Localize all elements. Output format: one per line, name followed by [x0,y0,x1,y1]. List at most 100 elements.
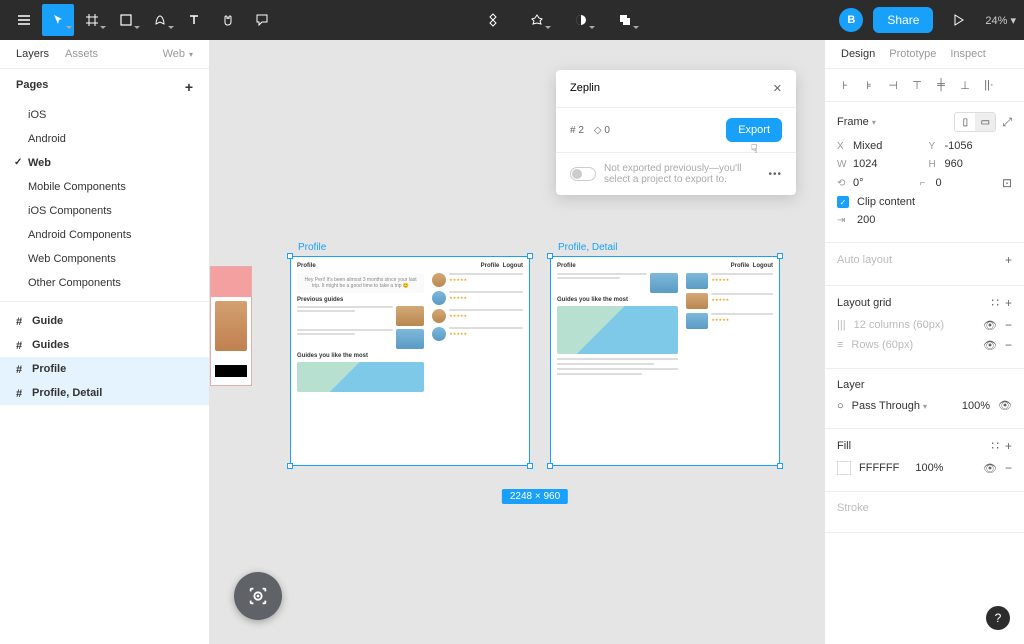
radius-value[interactable]: 0 [935,177,941,189]
layer-item[interactable]: Profile [0,357,209,381]
clip-checkbox[interactable]: ✓ [837,196,849,208]
add-fill-icon[interactable]: + [1005,439,1012,453]
pen-tool[interactable] [144,4,176,36]
help-button[interactable]: ? [986,606,1010,630]
component-tool[interactable] [477,4,509,36]
layers-tab[interactable]: Layers [16,48,49,60]
menu-button[interactable] [8,4,40,36]
canvas[interactable]: Profile Profile, Detail ProfileProfile L… [210,40,824,644]
add-auto-layout-icon[interactable]: + [1005,253,1012,267]
page-item[interactable]: Web [0,151,209,175]
add-page-button[interactable]: + [185,79,193,95]
grid-style-icon[interactable]: ∷ [991,296,999,310]
columns-icon: ||| [837,319,846,331]
constraint-value[interactable]: 200 [857,214,875,226]
page-item[interactable]: iOS [0,103,209,127]
frame-tool[interactable] [76,4,108,36]
blend-mode[interactable]: Pass Through ▾ [852,400,927,412]
fill-opacity[interactable]: 100% [915,462,943,474]
independent-corners-icon[interactable]: ⊡ [1002,176,1012,190]
remove-fill-icon[interactable]: − [1005,461,1012,475]
height-value[interactable]: 960 [945,158,963,170]
page-item[interactable]: Mobile Components [0,175,209,199]
more-icon[interactable]: ••• [768,169,782,180]
boolean-tool[interactable] [565,4,597,36]
align-center-v-icon[interactable]: ╪ [933,77,949,93]
union-tool[interactable] [609,4,641,36]
width-value[interactable]: 1024 [853,158,877,170]
close-icon[interactable]: ✕ [773,82,782,95]
mockup-content: ProfileProfile Logout Guides you like th… [551,257,779,465]
align-tools: ⊦ ⊧ ⊣ ⊤ ╪ ⊥ ||· [825,69,1024,102]
landscape-button[interactable]: ▭ [975,113,995,131]
visibility-icon[interactable]: 👁 [983,319,997,332]
clip-label: Clip content [857,196,915,208]
grid-rows[interactable]: Rows (60px) [851,339,975,351]
align-right-icon[interactable]: ⊣ [885,77,901,93]
pages-header-label: Pages [16,79,48,95]
layer-opacity[interactable]: 100% [962,400,990,412]
remove-grid-icon[interactable]: − [1005,338,1012,352]
align-left-icon[interactable]: ⊦ [837,77,853,93]
visibility-icon[interactable]: 👁 [983,339,997,352]
layer-item[interactable]: Guides [0,333,209,357]
frame-icon [16,340,26,350]
remove-grid-icon[interactable]: − [1005,318,1012,332]
share-button[interactable]: Share [873,7,933,33]
hand-tool[interactable] [212,4,244,36]
align-top-icon[interactable]: ⊤ [909,77,925,93]
present-button[interactable] [943,4,975,36]
move-tool[interactable] [42,4,74,36]
fill-swatch[interactable] [837,461,851,475]
shape-tool[interactable] [110,4,142,36]
distribute-icon[interactable]: ||· [981,77,997,93]
layer-item[interactable]: Profile, Detail [0,381,209,405]
zoom-level[interactable]: 24% ▾ [985,14,1016,27]
align-bottom-icon[interactable]: ⊥ [957,77,973,93]
selection-group: Profile Profile, Detail ProfileProfile L… [290,256,780,482]
page-selector[interactable]: Web ▾ [163,48,193,60]
layer-item[interactable]: Guide [0,309,209,333]
blend-mode-icon: ○ [837,400,844,412]
add-grid-icon[interactable]: + [1005,296,1012,310]
inspect-tab[interactable]: Inspect [950,48,985,60]
page-item[interactable]: Android [0,127,209,151]
comment-tool[interactable] [246,4,278,36]
frame-profile-detail[interactable]: ProfileProfile Logout Guides you like th… [550,256,780,466]
frame-profile[interactable]: ProfileProfile Logout Hey Peri! It's bee… [290,256,530,466]
resize-fit-icon[interactable]: ⤢ [1002,115,1012,130]
text-tool[interactable] [178,4,210,36]
y-value[interactable]: -1056 [945,140,973,152]
page-item[interactable]: iOS Components [0,199,209,223]
page-item[interactable]: Other Components [0,271,209,295]
right-panel: Design Prototype Inspect ⊦ ⊧ ⊣ ⊤ ╪ ⊥ ||·… [824,40,1024,644]
visibility-icon[interactable]: 👁 [983,462,997,475]
prototype-tab[interactable]: Prototype [889,48,936,60]
x-value[interactable]: Mixed [853,140,882,152]
frame-icon [16,316,26,326]
pages-list: iOS Android Web Mobile Components iOS Co… [0,103,209,295]
fill-style-icon[interactable]: ∷ [991,439,999,453]
frame-label[interactable]: Profile, Detail [558,242,617,253]
export-button[interactable]: Export ☟ [726,118,782,142]
design-tab[interactable]: Design [841,48,875,60]
mask-tool[interactable] [521,4,553,36]
grid-columns[interactable]: 12 columns (60px) [854,319,975,331]
portrait-button[interactable]: ▯ [955,113,975,131]
lens-button[interactable] [234,572,282,620]
frame-header[interactable]: Frame ▾ [837,116,876,128]
rotation-value[interactable]: 0° [853,177,864,189]
auto-layout-header: Auto layout [837,254,892,266]
fill-hex[interactable]: FFFFFF [859,462,899,474]
frame-label[interactable]: Profile [298,242,326,253]
export-toggle[interactable] [570,167,596,181]
align-center-h-icon[interactable]: ⊧ [861,77,877,93]
top-toolbar: B Share 24% ▾ [0,0,1024,40]
user-avatar[interactable]: B [839,8,863,32]
offscreen-frame[interactable] [210,266,252,386]
visibility-icon[interactable]: 👁 [998,399,1012,412]
page-item[interactable]: Android Components [0,223,209,247]
page-item[interactable]: Web Components [0,247,209,271]
stroke-section: Stroke [825,492,1024,533]
assets-tab[interactable]: Assets [65,48,98,60]
